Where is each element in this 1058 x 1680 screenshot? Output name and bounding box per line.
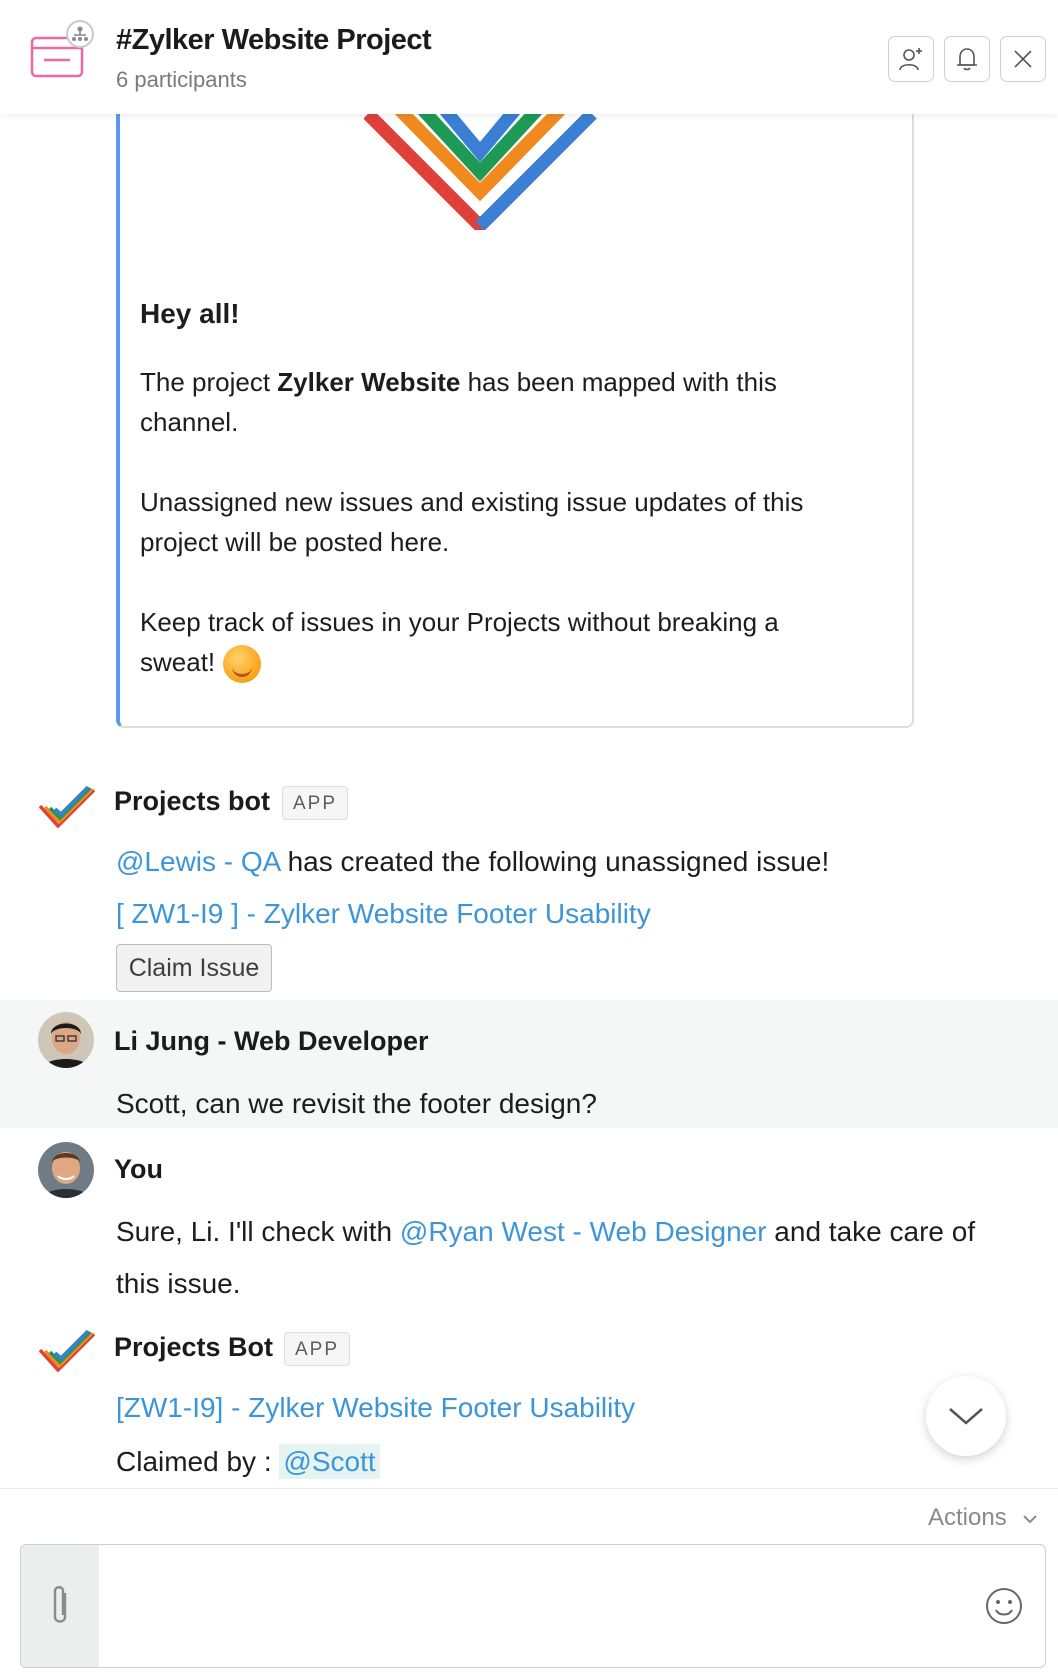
bell-icon [957,48,977,71]
scroll-to-bottom-button[interactable] [926,1376,1006,1456]
smile-emoji-icon [223,645,262,684]
close-button[interactable] [1000,36,1046,82]
mention-lewis[interactable]: @Lewis - QA [116,846,280,877]
message-sender[interactable]: Projects Bot [114,1332,273,1363]
channel-title: #Zylker Website Project [116,24,432,56]
close-icon [1014,50,1032,68]
card-greeting: Hey all! [140,298,240,329]
projects-bot-icon [38,785,98,832]
claim-issue-button[interactable]: Claim Issue [116,944,272,992]
chevron-down-icon [1023,1514,1038,1524]
card-paragraph-1: The project Zylker Website has been mapp… [140,362,840,442]
actions-dropdown[interactable]: Actions [928,1504,1039,1532]
actions-label: Actions [928,1504,1007,1531]
message-text: Scott, can we revisit the footer design? [116,1088,597,1119]
mention-scott[interactable]: @Scott [279,1444,380,1479]
message-sender[interactable]: You [114,1154,163,1185]
attach-button[interactable] [21,1545,99,1667]
message-sender[interactable]: Li Jung - Web Developer [114,1026,429,1057]
card-p1-prefix: The project [140,367,278,397]
claimed-by-label: Claimed by : [116,1446,280,1477]
issue-link[interactable]: [ ZW1-I9 ] - Zylker Website Footer Usabi… [116,898,651,930]
issue-link[interactable]: [ZW1-I9] - Zylker Website Footer Usabili… [116,1392,635,1424]
mention-ryan-west[interactable]: @Ryan West - Web Designer [400,1216,767,1247]
app-badge: APP [284,1332,351,1366]
avatar-li-jung[interactable] [38,1012,94,1068]
app-badge: APP [282,786,349,820]
footer-divider [0,1488,1058,1489]
paperclip-icon [53,1586,67,1623]
message-composer[interactable] [20,1544,1046,1668]
card-paragraph-2: Unassigned new issues and existing issue… [140,487,804,557]
avatar-you[interactable] [38,1142,94,1198]
channel-icon [30,20,100,80]
card-paragraph-3: Keep track of issues in your Projects wi… [140,602,840,684]
add-user-icon [899,48,922,71]
message-text: Sure, Li. I'll check with @Ryan West - W… [116,1216,975,1248]
channel-header: #Zylker Website Project 6 participants [0,0,1058,114]
message-body: has created the following unassigned iss… [279,846,830,877]
projects-bot-icon [38,1329,98,1376]
claimed-by-text: Claimed by : @Scott [116,1438,380,1486]
message-sender[interactable]: Projects bot [114,786,270,817]
message-text-continued: this issue. [116,1268,241,1299]
message-body: Sure, Li. I'll check with [116,1216,400,1247]
notifications-button[interactable] [944,36,990,82]
participants-count[interactable]: 6 participants [116,67,247,93]
message-body: and take care of [766,1216,976,1247]
add-participant-button[interactable] [888,36,934,82]
smile-icon [986,1588,1022,1624]
emoji-button[interactable] [985,1587,1023,1630]
message-text: @Lewis - QA has created the following un… [116,846,829,878]
chevron-down-icon [949,1408,983,1425]
card-project-name: Zylker Website [277,367,461,397]
